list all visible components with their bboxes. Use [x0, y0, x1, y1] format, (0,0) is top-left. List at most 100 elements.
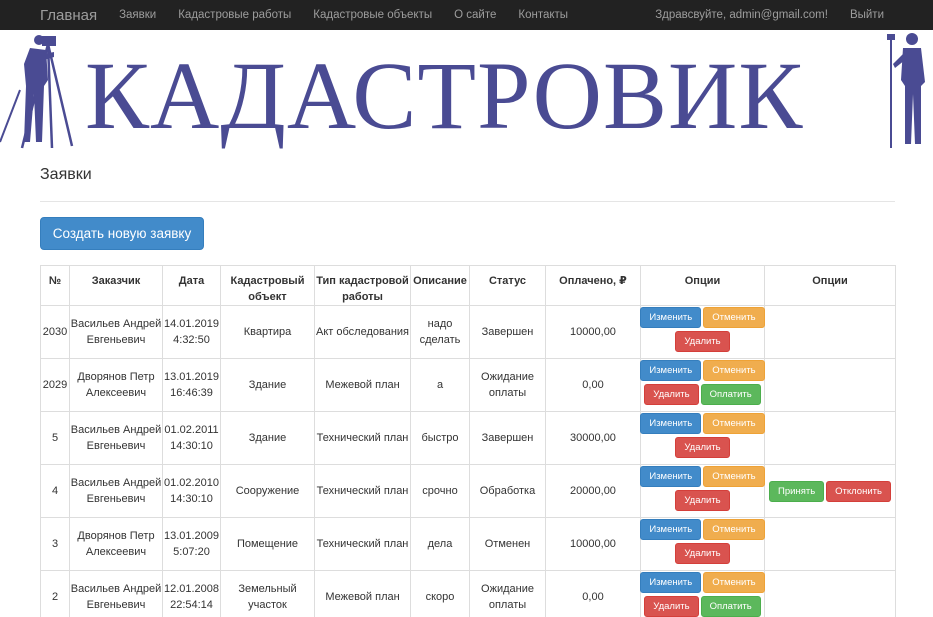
cell-date-day: 01.02.2010	[163, 477, 220, 489]
cell-work-type: Межевой план	[314, 570, 411, 617]
delete-button[interactable]: Удалить	[675, 331, 730, 352]
cell-date: 01.02.2010 14:30:10	[162, 464, 221, 518]
nav-link-contacts[interactable]: Контакты	[518, 9, 568, 21]
cell-object: Земельный участок	[220, 570, 315, 617]
column-header-admin-options: Опции	[764, 265, 896, 306]
edit-button[interactable]: Изменить	[640, 519, 702, 540]
column-header-customer: Заказчик	[69, 265, 163, 306]
cell-date: 12.01.2008 22:54:14	[162, 570, 221, 617]
table-row: 2030 Васильев Андрей Евгеньевич 14.01.2019…	[40, 305, 896, 359]
surveyor-right-icon	[887, 33, 925, 148]
cell-work-type: Технический план	[314, 411, 411, 465]
table-body: 2030 Васильев Андрей Евгеньевич 14.01.2019…	[40, 305, 896, 617]
cell-date-day: 14.01.2019	[163, 318, 220, 330]
cell-description: надо сделать	[410, 305, 470, 359]
cell-admin-options	[764, 517, 896, 571]
cell-number: 5	[40, 411, 70, 465]
cell-admin-options	[764, 570, 896, 617]
cell-paid: 0,00	[545, 358, 641, 412]
delete-button[interactable]: Удалить	[644, 596, 699, 617]
cell-paid: 10000,00	[545, 517, 641, 571]
cell-object: Здание	[220, 358, 315, 412]
cancel-button[interactable]: Отменить	[703, 466, 765, 487]
cell-work-type: Акт обследования	[314, 305, 411, 359]
cell-customer: Васильев Андрей Евгеньевич	[69, 464, 163, 518]
cell-paid: 10000,00	[545, 305, 641, 359]
column-header-object: Кадастровый объект	[220, 265, 315, 306]
navbar: Главная Заявки Кадастровые работы Кадаст…	[0, 0, 933, 30]
delete-button[interactable]: Удалить	[675, 543, 730, 564]
edit-button[interactable]: Изменить	[640, 466, 702, 487]
pay-button[interactable]: Оплатить	[700, 384, 761, 405]
nav-link-cadastral-works[interactable]: Кадастровые работы	[178, 9, 291, 21]
cell-paid: 30000,00	[545, 411, 641, 465]
cancel-button[interactable]: Отменить	[703, 360, 765, 381]
column-header-work-type: Тип кадастровой работы	[314, 265, 411, 306]
cell-description: дела	[410, 517, 470, 571]
cell-status: Ожидание оплаты	[469, 570, 546, 617]
nav-greeting-link[interactable]: Здравсвуйте, admin@gmail.com!	[655, 9, 828, 21]
cell-description: срочно	[410, 464, 470, 518]
cell-options: Изменить Отменить Удалить	[640, 305, 765, 359]
edit-button[interactable]: Изменить	[640, 413, 702, 434]
cell-date-time: 4:32:50	[173, 334, 210, 346]
nav-logout-link[interactable]: Выйти	[850, 9, 884, 21]
cell-customer: Дворянов Петр Алексеевич	[69, 517, 163, 571]
column-header-date: Дата	[162, 265, 221, 306]
delete-button[interactable]: Удалить	[675, 490, 730, 511]
accept-button[interactable]: Принять	[769, 481, 825, 502]
cell-description: а	[410, 358, 470, 412]
nav-link-requests[interactable]: Заявки	[119, 9, 156, 21]
cancel-button[interactable]: Отменить	[703, 413, 765, 434]
delete-button[interactable]: Удалить	[644, 384, 699, 405]
cell-date-time: 16:46:39	[170, 387, 213, 399]
cell-status: Завершен	[469, 411, 546, 465]
cell-number: 2	[40, 570, 70, 617]
cell-admin-options	[764, 358, 896, 412]
cell-options: Изменить Отменить Удалить	[640, 517, 765, 571]
edit-button[interactable]: Изменить	[640, 307, 702, 328]
nav-link-cadastral-objects[interactable]: Кадастровые объекты	[313, 9, 432, 21]
cell-date: 01.02.2011 14:30:10	[162, 411, 221, 465]
cell-status: Завершен	[469, 305, 546, 359]
edit-button[interactable]: Изменить	[640, 572, 702, 593]
create-request-button[interactable]: Создать новую заявку	[40, 217, 204, 250]
cell-work-type: Технический план	[314, 517, 411, 571]
delete-button[interactable]: Удалить	[675, 437, 730, 458]
cancel-button[interactable]: Отменить	[703, 519, 765, 540]
cell-customer: Дворянов Петр Алексеевич	[69, 358, 163, 412]
cell-status: Ожидание оплаты	[469, 358, 546, 412]
cell-date-time: 14:30:10	[170, 440, 213, 452]
pay-button[interactable]: Оплатить	[700, 596, 761, 617]
nav-brand-link[interactable]: Главная	[40, 7, 97, 24]
cell-customer: Васильев Андрей Евгеньевич	[69, 570, 163, 617]
site-banner: КАДАСТРОВИК	[0, 30, 933, 158]
cell-work-type: Межевой план	[314, 358, 411, 412]
edit-button[interactable]: Изменить	[640, 360, 702, 381]
column-header-paid: Оплачено, ₽	[545, 265, 641, 306]
table-row: 5 Васильев Андрей Евгеньевич 01.02.2011 14:…	[40, 411, 896, 465]
cell-date-time: 22:54:14	[170, 599, 213, 611]
surveyor-left-icon	[0, 35, 74, 149]
nav-link-about[interactable]: О сайте	[454, 9, 496, 21]
cell-object: Сооружение	[220, 464, 315, 518]
cell-customer: Васильев Андрей Евгеньевич	[69, 305, 163, 359]
cancel-button[interactable]: Отменить	[703, 572, 765, 593]
cell-date: 14.01.2019 4:32:50	[162, 305, 221, 359]
cell-date-time: 14:30:10	[170, 493, 213, 505]
nav-right: Здравсвуйте, admin@gmail.com! Выйти	[655, 9, 933, 21]
reject-button[interactable]: Отклонить	[826, 481, 891, 502]
cell-admin-options: Принять Отклонить	[764, 464, 896, 518]
cell-object: Квартира	[220, 305, 315, 359]
column-header-number: №	[40, 265, 70, 306]
cell-date-day: 12.01.2008	[163, 583, 220, 595]
cell-customer: Васильев Андрей Евгеньевич	[69, 411, 163, 465]
cell-status: Обработка	[469, 464, 546, 518]
header-divider	[40, 201, 895, 202]
cell-number: 2030	[40, 305, 70, 359]
table-row: 3 Дворянов Петр Алексеевич 13.01.2009 5:07:…	[40, 517, 896, 571]
cell-number: 2029	[40, 358, 70, 412]
cell-date-day: 13.01.2019	[163, 371, 220, 383]
cancel-button[interactable]: Отменить	[703, 307, 765, 328]
banner-title: КАДАСТРОВИК	[85, 42, 804, 149]
